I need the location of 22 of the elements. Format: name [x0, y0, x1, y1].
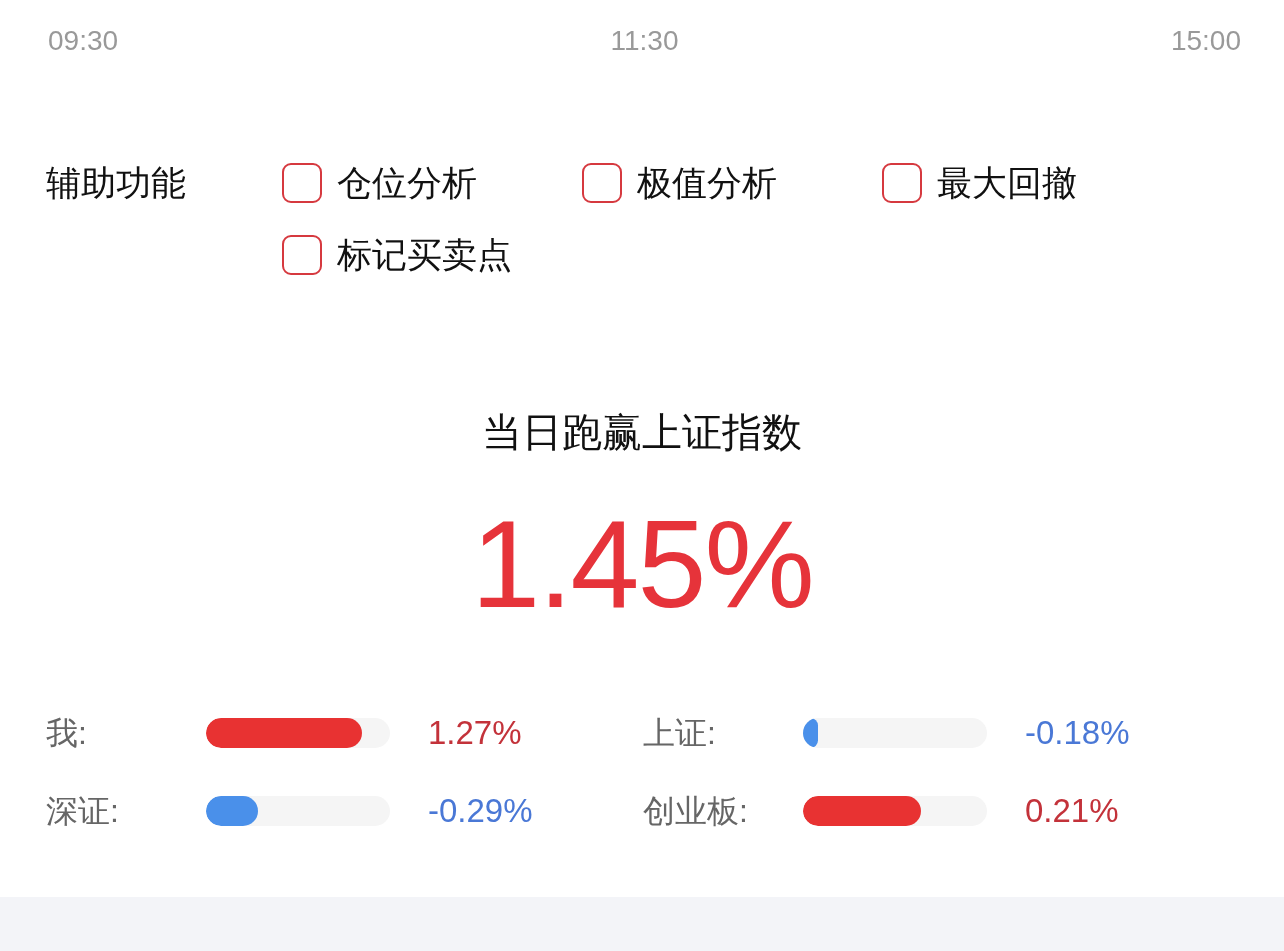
checkbox[interactable]: [282, 163, 322, 203]
index-label: 创业板:: [643, 792, 749, 831]
checkbox-label[interactable]: 极值分析: [637, 163, 777, 203]
checkbox[interactable]: [882, 163, 922, 203]
index-label: 深证:: [46, 792, 120, 831]
summary-value: 1.45%: [471, 502, 813, 627]
time-axis-label: 15:00: [1170, 24, 1241, 58]
assist-label: 辅助功能: [46, 163, 187, 203]
index-label: 上证:: [643, 714, 717, 753]
index-label: 我:: [46, 714, 88, 753]
change-percent: 1.27%: [428, 713, 522, 753]
checkbox-label[interactable]: 仓位分析: [337, 163, 477, 203]
checkbox[interactable]: [582, 163, 622, 203]
checkbox[interactable]: [282, 235, 322, 275]
summary-title: 当日跑赢上证指数: [482, 410, 802, 454]
checkbox-label[interactable]: 标记买卖点: [337, 235, 512, 275]
checkbox-label[interactable]: 最大回撤: [937, 163, 1077, 203]
change-percent: -0.18%: [1025, 713, 1130, 753]
change-percent: 0.21%: [1025, 791, 1119, 831]
time-axis-label: 11:30: [610, 24, 679, 58]
change-percent: -0.29%: [428, 791, 533, 831]
time-axis-label: 09:30: [48, 24, 119, 58]
